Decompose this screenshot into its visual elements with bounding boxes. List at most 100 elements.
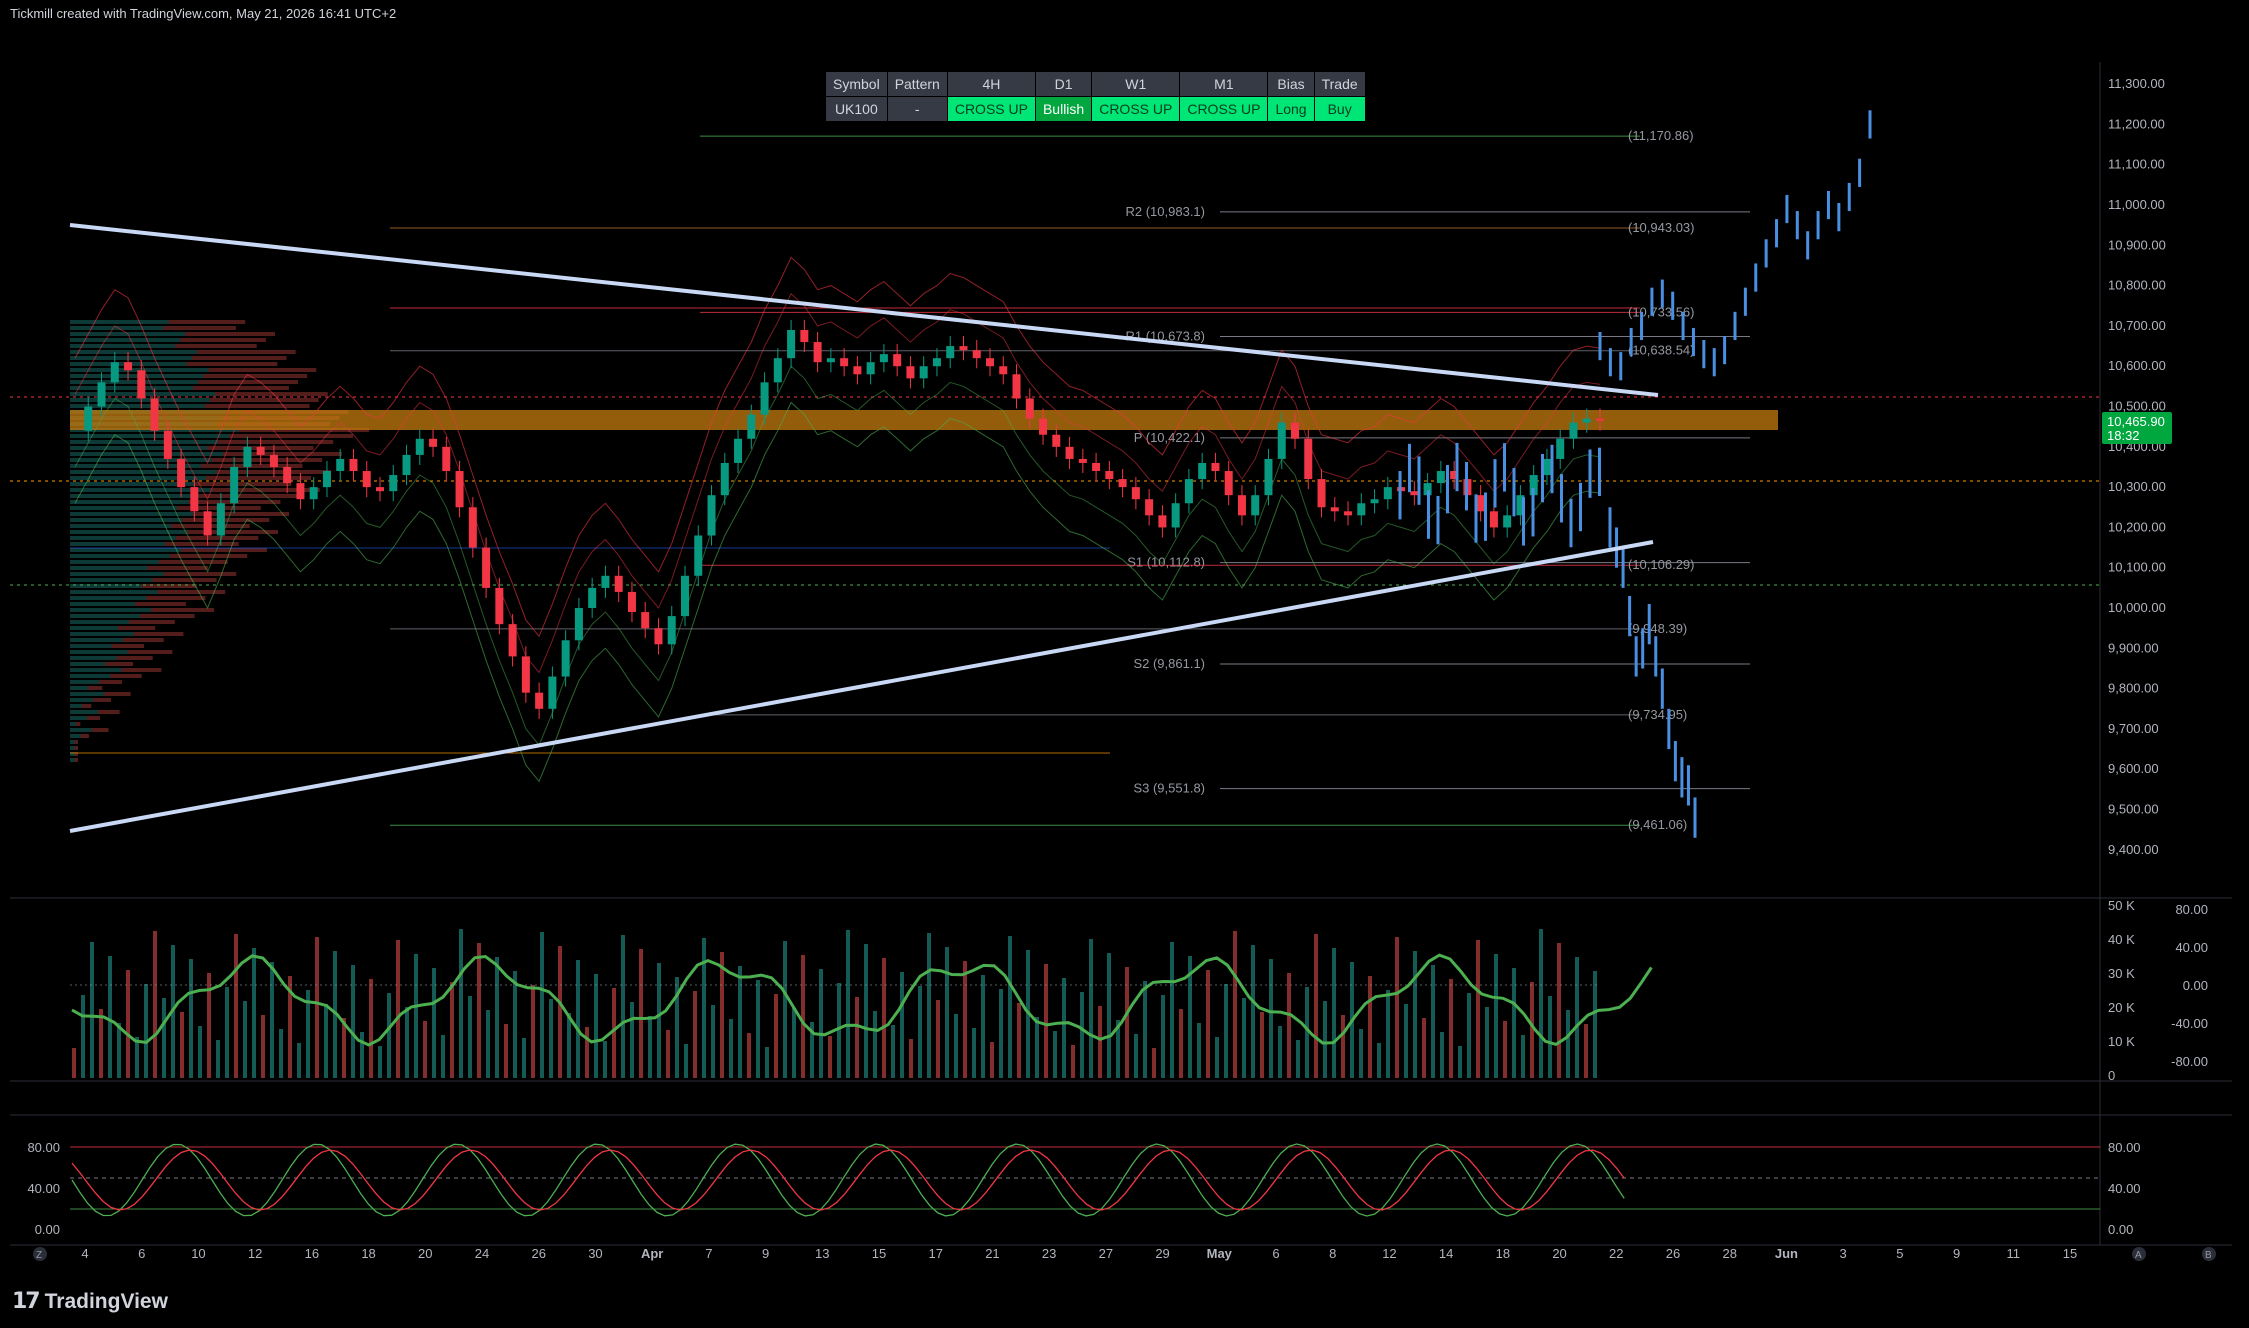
- profile-bar-up: [70, 704, 82, 708]
- candle-body: [1383, 487, 1392, 500]
- volume-bar: [1386, 990, 1390, 1078]
- profile-bar-down: [146, 596, 206, 600]
- time-tick: 23: [1042, 1246, 1056, 1261]
- profile-bar-down: [222, 452, 342, 456]
- candle-body: [1277, 422, 1286, 459]
- volume-bar: [1458, 1046, 1462, 1078]
- profile-bar-down: [74, 758, 78, 762]
- candle-body: [1145, 499, 1154, 516]
- volume-bar: [522, 1038, 526, 1078]
- candle-body: [468, 507, 477, 548]
- pivot-label: R2 (10,983.1): [1126, 204, 1206, 219]
- profile-bar-up: [70, 680, 100, 684]
- candle-body: [787, 329, 796, 359]
- volume-bar: [648, 1016, 652, 1078]
- profile-bar-down: [127, 650, 173, 654]
- chart-canvas[interactable]: R2 (10,983.1)R1 (10,673.8)P (10,422.1)S1…: [0, 0, 2249, 1328]
- volume-bar: [72, 1048, 76, 1078]
- time-tick: 30: [588, 1246, 602, 1261]
- profile-bar-up: [70, 506, 178, 510]
- volume-bar: [927, 933, 931, 1078]
- volume-bar: [990, 1042, 994, 1078]
- candle-body: [1291, 422, 1299, 439]
- candle-body: [893, 354, 902, 367]
- candle-body: [681, 575, 689, 617]
- profile-bar-down: [86, 716, 100, 720]
- stoch-tick: 80.00: [2108, 1140, 2141, 1155]
- time-tick: 27: [1099, 1246, 1113, 1261]
- price-tick: 11,300.00: [2108, 76, 2165, 91]
- candle-body: [482, 547, 491, 588]
- price-tick: 9,700.00: [2108, 721, 2159, 736]
- profile-bar-up: [70, 482, 195, 486]
- candle-body: [946, 346, 955, 359]
- time-tick: 10: [191, 1246, 205, 1261]
- volume-bar: [495, 957, 499, 1078]
- candle-body: [1078, 458, 1087, 463]
- volume-bar: [486, 1010, 490, 1078]
- candle-body: [389, 475, 398, 492]
- candle-body: [879, 354, 888, 363]
- profile-bar-up: [70, 740, 75, 744]
- volume-bar: [378, 1046, 382, 1078]
- profile-bar-down: [180, 548, 267, 552]
- volume-bar: [1215, 1037, 1219, 1078]
- volume-bar: [1134, 1034, 1138, 1078]
- candle-body: [853, 366, 862, 375]
- profile-bar-down: [164, 542, 239, 546]
- candle-body: [588, 587, 597, 609]
- profile-bar-up: [70, 476, 206, 480]
- stoch-tick-left: 40.00: [27, 1181, 60, 1196]
- volume-bar: [846, 930, 850, 1078]
- price-tick: 9,600.00: [2108, 761, 2159, 776]
- volume-bar: [963, 961, 967, 1078]
- profile-bar-down: [191, 356, 287, 360]
- candle-body: [415, 438, 424, 455]
- time-tick: Apr: [641, 1246, 663, 1261]
- volume-pane: 50 K 40 K 30 K 20 K 10 K 0 80.00 40.00 0.00 -40.0…: [70, 898, 2208, 1083]
- volume-bar: [1197, 1023, 1201, 1078]
- candle-body: [349, 458, 358, 472]
- profile-bar-down: [194, 482, 292, 486]
- volume-bar: [189, 959, 193, 1078]
- tradingview-logo[interactable]: 17 TradingView: [12, 1289, 168, 1314]
- volume-bar: [1242, 998, 1246, 1078]
- profile-bar-up: [70, 530, 187, 534]
- volume-bar: [180, 1012, 184, 1078]
- price-tick: 10,500.00: [2108, 399, 2166, 414]
- profile-bar-down: [133, 632, 184, 636]
- profile-bar-up: [70, 578, 153, 582]
- candle-body: [1436, 471, 1445, 484]
- time-tick: 28: [1722, 1246, 1736, 1261]
- volume-bar: [1251, 945, 1255, 1078]
- profile-bar-down: [117, 626, 156, 630]
- profile-bar-up: [70, 560, 159, 564]
- volume-bar: [1593, 971, 1597, 1078]
- profile-bar-down: [110, 674, 142, 678]
- candle-body: [1131, 487, 1140, 500]
- profile-bar-up: [70, 566, 148, 570]
- profile-bar-down: [203, 374, 308, 378]
- volume-bar: [549, 999, 553, 1078]
- volume-bar: [414, 954, 418, 1078]
- profile-bar-up: [70, 734, 81, 738]
- volume-bar: [1278, 1026, 1282, 1078]
- candle-body: [124, 362, 133, 371]
- candle-body: [442, 446, 451, 472]
- candle-body: [402, 454, 411, 476]
- volume-bar: [216, 1040, 220, 1078]
- profile-bar-down: [209, 398, 319, 402]
- volume-bar: [1341, 1015, 1345, 1078]
- candle-body: [256, 446, 265, 455]
- volume-tick: 30 K: [2108, 966, 2135, 981]
- candle-body: [1476, 495, 1485, 512]
- profile-bar-down: [180, 338, 266, 342]
- candle-body: [190, 487, 199, 512]
- volume-bar: [1413, 951, 1417, 1078]
- candle-body: [1052, 434, 1061, 447]
- volume-bar: [792, 1008, 796, 1078]
- profile-bar-up: [70, 350, 197, 354]
- volume-bar: [1422, 1018, 1426, 1078]
- candle-body: [932, 358, 941, 367]
- profile-bar-up: [70, 434, 230, 438]
